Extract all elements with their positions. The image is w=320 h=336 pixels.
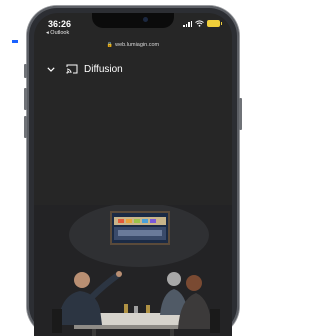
status-icons: [183, 20, 222, 27]
mute-switch: [24, 64, 27, 78]
accent-dash: [12, 40, 18, 43]
status-time: 36:26: [48, 19, 72, 29]
meeting-room-photo: [34, 203, 232, 336]
battery-icon: [207, 20, 222, 27]
signal-icon: [183, 20, 192, 27]
phone-frame: 36:26 ◂ Outlook 🔒 web.lumiagin.com Diffu…: [24, 6, 242, 336]
notch: [92, 13, 174, 28]
page-header: Diffusion: [44, 61, 222, 77]
url-text: web.lumiagin.com: [115, 42, 160, 48]
chevron-down-icon[interactable]: [44, 63, 58, 75]
meeting-room-image: [34, 203, 232, 336]
lock-icon: 🔒: [106, 42, 114, 48]
power-button: [239, 98, 242, 130]
cast-icon[interactable]: [66, 63, 80, 75]
phone-screen: 36:26 ◂ Outlook 🔒 web.lumiagin.com Diffu…: [34, 13, 232, 336]
volume-down-button: [24, 116, 27, 138]
page-title: Diffusion: [84, 63, 123, 75]
volume-up-button: [24, 88, 27, 110]
wifi-icon: [195, 20, 204, 27]
back-to-app-link[interactable]: ◂ Outlook: [46, 30, 69, 36]
url-bar[interactable]: 🔒 web.lumiagin.com: [34, 42, 232, 48]
camera-icon: [143, 17, 148, 22]
